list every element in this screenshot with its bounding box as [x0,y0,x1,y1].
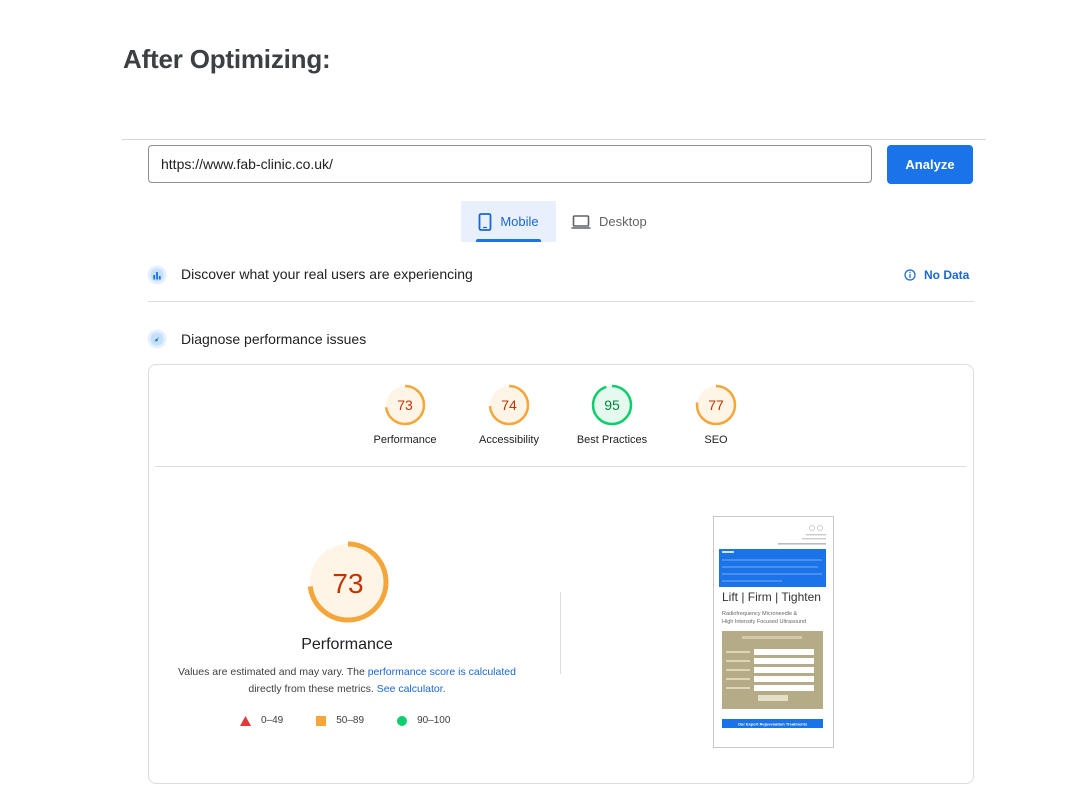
performance-score-gauge: 73 [307,541,389,623]
performance-score-value: 73 [332,568,363,599]
score-value: 73 [397,397,413,413]
score-gauge-performance[interactable]: 73 Performance [365,383,445,446]
diagnose-section-title: Diagnose performance issues [181,331,367,347]
screenshot-headline: Lift | Firm | Tighten [722,590,821,604]
analyze-button[interactable]: Analyze [887,145,973,184]
green-circle-icon [397,715,408,726]
info-icon [904,269,916,281]
screenshot-subline-2: High Intensity Focused Ultrasound [722,619,806,625]
top-divider [122,139,986,140]
performance-label: Performance [301,636,393,653]
score-value: 95 [604,397,620,413]
tab-desktop[interactable]: Desktop [568,201,658,242]
red-triangle-icon [240,715,251,726]
screenshot-subline-1: Radiofrequency Microneedle & [722,611,798,617]
score-label: Performance [373,434,437,446]
page-heading: After Optimizing: [123,44,331,74]
score-gauge-ring: 73 [384,384,426,426]
screenshot-image: Lift | Firm | Tighten Radiofrequency Mic… [714,517,833,747]
discover-section-title: Discover what your real users are experi… [181,266,473,282]
legend-pass: 90–100 [397,715,450,726]
orange-square-icon [316,715,327,726]
score-note: Values are estimated and may vary. The p… [170,664,524,698]
score-gauge-seo[interactable]: 77 SEO [676,383,756,446]
users-chart-icon [147,265,167,285]
legend-fail: 0–49 [240,715,283,726]
performance-score-link[interactable]: performance score is calculated [368,666,516,678]
score-gauge-accessibility[interactable]: 74 Accessibility [469,383,549,446]
tab-mobile-label: Mobile [500,214,539,229]
laptop-icon [571,214,591,229]
note-text: Values are estimated and may vary. The [178,666,368,678]
score-gauge-ring: 74 [488,384,530,426]
legend-fail-range: 0–49 [261,715,284,726]
legend-average: 50–89 [316,715,364,726]
score-label: Best Practices [576,434,648,446]
no-data-status[interactable]: No Data [904,268,969,282]
score-legend: 0–49 50–89 90–100 [240,715,483,726]
legend-pass-range: 90–100 [417,715,451,726]
score-label: Accessibility [479,434,539,446]
note-text-2: directly from these metrics. [248,683,377,695]
no-data-label: No Data [924,268,970,282]
legend-average-range: 50–89 [336,715,365,726]
section-divider [148,301,974,302]
score-label: SEO [704,434,728,446]
score-gauge-best-practices[interactable]: 95 Best Practices [572,383,652,446]
vertical-divider [560,592,561,674]
active-tab-indicator [476,239,541,242]
phone-icon [478,212,492,231]
screenshot-cta: Our Expert Rejuvenation Treatments [738,722,808,727]
gauges-divider [155,466,966,467]
score-value: 77 [708,397,724,413]
tab-mobile[interactable]: Mobile [461,201,556,242]
page-screenshot-thumbnail: Lift | Firm | Tighten Radiofrequency Mic… [713,516,834,748]
score-value: 74 [501,397,517,413]
url-input[interactable] [148,145,872,183]
score-gauge-ring: 95 [591,384,633,426]
see-calculator-link[interactable]: See calculator. [377,683,446,695]
tab-desktop-label: Desktop [599,214,647,229]
score-gauge-ring: 77 [695,384,737,426]
diagnose-gauge-icon [147,329,167,349]
